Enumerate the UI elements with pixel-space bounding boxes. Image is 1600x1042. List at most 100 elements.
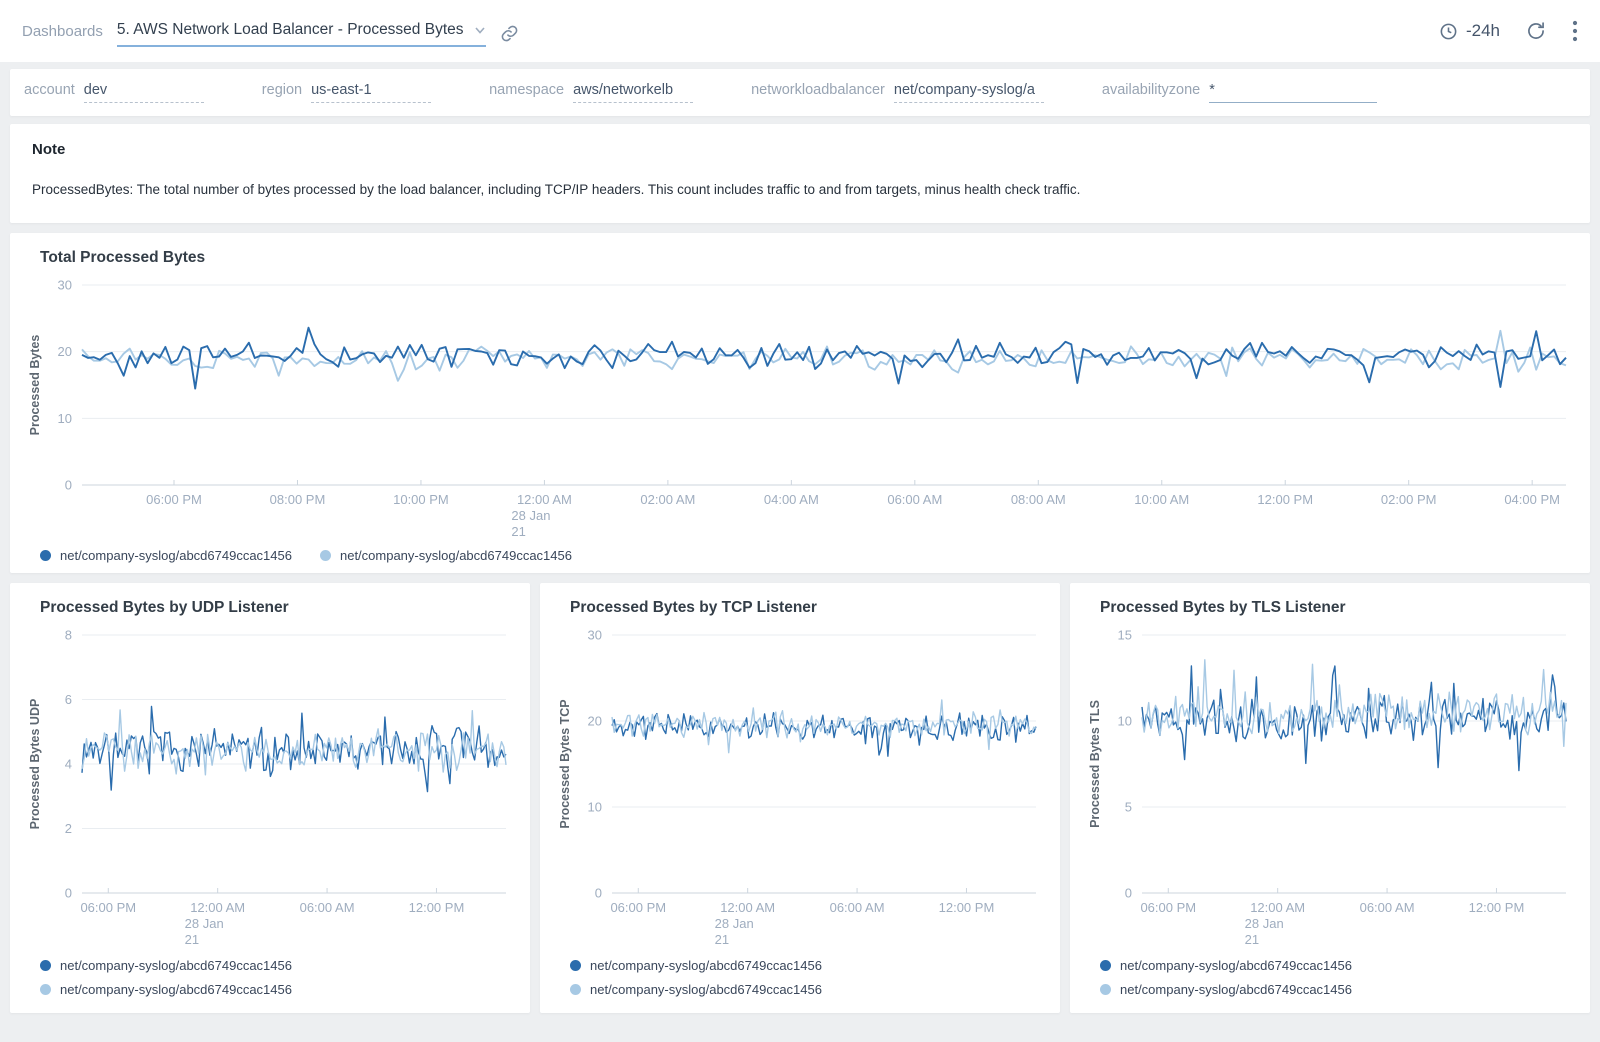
- chart-title-total: Total Processed Bytes: [40, 249, 1574, 267]
- legend-tcp: net/company-syslog/abcd6749ccac1456 net/c…: [556, 958, 1044, 1003]
- svg-text:12:00 AM: 12:00 AM: [517, 492, 572, 507]
- legend-item[interactable]: net/company-syslog/abcd6749ccac1456: [1100, 958, 1574, 973]
- svg-text:12:00 PM: 12:00 PM: [1257, 492, 1313, 507]
- chart-area-tls[interactable]: 05101506:00 PM12:00 AM28 Jan2106:00 AM12…: [1086, 623, 1574, 954]
- chart-title-tls: Processed Bytes by TLS Listener: [1100, 599, 1574, 617]
- svg-text:02:00 AM: 02:00 AM: [640, 492, 695, 507]
- legend-series-dot-icon: [40, 984, 51, 995]
- filter-label: region: [262, 82, 302, 98]
- svg-text:06:00 AM: 06:00 AM: [1360, 900, 1415, 915]
- dashboard-title: 5. AWS Network Load Balancer - Processed…: [117, 21, 464, 39]
- svg-text:5: 5: [1125, 800, 1132, 815]
- line-chart-canvas[interactable]: 05101506:00 PM12:00 AM28 Jan2106:00 AM12…: [1086, 623, 1574, 949]
- y-axis-title: Processed Bytes TLS: [1088, 700, 1102, 828]
- chart-title-tcp: Processed Bytes by TCP Listener: [570, 599, 1044, 617]
- svg-text:06:00 AM: 06:00 AM: [887, 492, 942, 507]
- time-range-control[interactable]: -24h: [1439, 21, 1500, 41]
- chart-area-tcp[interactable]: 010203006:00 PM12:00 AM28 Jan2106:00 AM1…: [556, 623, 1044, 954]
- svg-text:02:00 PM: 02:00 PM: [1381, 492, 1437, 507]
- filter-value-input[interactable]: dev: [84, 82, 204, 103]
- top-header-bar: Dashboards 5. AWS Network Load Balancer …: [0, 0, 1600, 62]
- svg-text:08:00 PM: 08:00 PM: [270, 492, 326, 507]
- svg-text:21: 21: [185, 932, 199, 947]
- legend-item[interactable]: net/company-syslog/abcd6749ccac1456: [40, 982, 514, 997]
- link-icon[interactable]: [500, 24, 519, 43]
- legend-item[interactable]: net/company-syslog/abcd6749ccac1456: [570, 958, 1044, 973]
- svg-text:10: 10: [588, 800, 602, 815]
- legend-item[interactable]: net/company-syslog/abcd6749ccac1456: [1100, 982, 1574, 997]
- legend-series-dot-icon: [1100, 960, 1111, 971]
- svg-text:12:00 PM: 12:00 PM: [409, 900, 465, 915]
- legend-total: net/company-syslog/abcd6749ccac1456 net/c…: [26, 548, 1574, 563]
- y-axis-title: Processed Bytes: [28, 335, 42, 436]
- svg-text:06:00 PM: 06:00 PM: [146, 492, 202, 507]
- svg-text:12:00 AM: 12:00 AM: [720, 900, 775, 915]
- filter-account: account dev: [24, 82, 204, 103]
- legend-item[interactable]: net/company-syslog/abcd6749ccac1456: [40, 548, 292, 563]
- svg-text:28 Jan: 28 Jan: [715, 916, 754, 931]
- legend-series-label: net/company-syslog/abcd6749ccac1456: [590, 982, 822, 997]
- filter-namespace: namespace aws/networkelb: [489, 82, 693, 103]
- refresh-icon[interactable]: [1526, 21, 1546, 41]
- svg-text:04:00 PM: 04:00 PM: [1504, 492, 1560, 507]
- svg-text:30: 30: [58, 278, 72, 293]
- y-axis-title: Processed Bytes UDP: [28, 699, 42, 830]
- time-range-value: -24h: [1466, 21, 1500, 41]
- legend-series-label: net/company-syslog/abcd6749ccac1456: [60, 958, 292, 973]
- svg-text:8: 8: [65, 628, 72, 643]
- svg-text:30: 30: [588, 628, 602, 643]
- filter-value-input[interactable]: net/company-syslog/a: [894, 82, 1044, 103]
- chart-area-udp[interactable]: 0246806:00 PM12:00 AM28 Jan2106:00 AM12:…: [26, 623, 514, 954]
- filter-region: region us-east-1: [262, 82, 431, 103]
- svg-text:06:00 PM: 06:00 PM: [1140, 900, 1196, 915]
- line-chart-canvas[interactable]: 010203006:00 PM08:00 PM10:00 PM12:00 AM2…: [26, 273, 1574, 541]
- filter-label: availabilityzone: [1102, 82, 1200, 98]
- note-body: ProcessedBytes: The total number of byte…: [32, 182, 1568, 197]
- svg-text:20: 20: [58, 344, 72, 359]
- svg-text:28 Jan: 28 Jan: [1245, 916, 1284, 931]
- legend-item[interactable]: net/company-syslog/abcd6749ccac1456: [320, 548, 572, 563]
- svg-text:06:00 PM: 06:00 PM: [610, 900, 666, 915]
- svg-text:28 Jan: 28 Jan: [185, 916, 224, 931]
- svg-text:10: 10: [58, 411, 72, 426]
- chevron-down-icon: [474, 24, 486, 36]
- filter-value-input[interactable]: us-east-1: [311, 82, 431, 103]
- svg-text:21: 21: [1245, 932, 1259, 947]
- legend-item[interactable]: net/company-syslog/abcd6749ccac1456: [570, 982, 1044, 997]
- legend-series-dot-icon: [570, 960, 581, 971]
- panel-total-processed-bytes: Total Processed Bytes 0 10 20 30 06:00 PM 08:…: [10, 233, 1590, 573]
- panel-tls-listener: Processed Bytes by TLS Listener 05101506…: [1070, 583, 1590, 1013]
- filter-value-input[interactable]: aws/networkelb: [573, 82, 693, 103]
- svg-text:21: 21: [511, 524, 525, 539]
- clock-icon: [1439, 22, 1458, 41]
- svg-text:0: 0: [65, 478, 72, 493]
- svg-text:2: 2: [65, 821, 72, 836]
- legend-series-label: net/company-syslog/abcd6749ccac1456: [1120, 958, 1352, 973]
- filter-availabilityzone: availabilityzone *: [1102, 82, 1377, 103]
- filter-label: account: [24, 82, 75, 98]
- panel-tcp-listener: Processed Bytes by TCP Listener 01020300…: [540, 583, 1060, 1013]
- line-chart-canvas[interactable]: 0246806:00 PM12:00 AM28 Jan2106:00 AM12:…: [26, 623, 514, 949]
- filter-networkloadbalancer: networkloadbalancernet/company-syslog/a: [751, 82, 1044, 103]
- chart-area-total[interactable]: 010203006:00 PM08:00 PM10:00 PM12:00 AM2…: [26, 273, 1574, 546]
- panel-udp-listener: Processed Bytes by UDP Listener 0246806:…: [10, 583, 530, 1013]
- legend-series-label: net/company-syslog/abcd6749ccac1456: [340, 548, 572, 563]
- filter-label: namespace: [489, 82, 564, 98]
- svg-text:10:00 AM: 10:00 AM: [1134, 492, 1189, 507]
- dashboard-title-dropdown[interactable]: 5. AWS Network Load Balancer - Processed…: [117, 21, 486, 47]
- svg-text:0: 0: [1125, 886, 1132, 901]
- legend-udp: net/company-syslog/abcd6749ccac1456 net/c…: [26, 958, 514, 1003]
- svg-text:06:00 AM: 06:00 AM: [830, 900, 885, 915]
- line-chart-canvas[interactable]: 010203006:00 PM12:00 AM28 Jan2106:00 AM1…: [556, 623, 1044, 949]
- note-panel: Note ProcessedBytes: The total number of…: [10, 124, 1590, 223]
- svg-text:06:00 AM: 06:00 AM: [300, 900, 355, 915]
- svg-text:12:00 AM: 12:00 AM: [190, 900, 245, 915]
- legend-series-label: net/company-syslog/abcd6749ccac1456: [60, 982, 292, 997]
- svg-text:04:00 AM: 04:00 AM: [764, 492, 819, 507]
- kebab-menu-icon[interactable]: [1572, 20, 1578, 42]
- legend-item[interactable]: net/company-syslog/abcd6749ccac1456: [40, 958, 514, 973]
- svg-text:0: 0: [595, 886, 602, 901]
- filter-value-input[interactable]: *: [1209, 82, 1377, 103]
- charts-row: Processed Bytes by UDP Listener 0246806:…: [10, 583, 1590, 1013]
- breadcrumb-dashboards[interactable]: Dashboards: [22, 23, 103, 40]
